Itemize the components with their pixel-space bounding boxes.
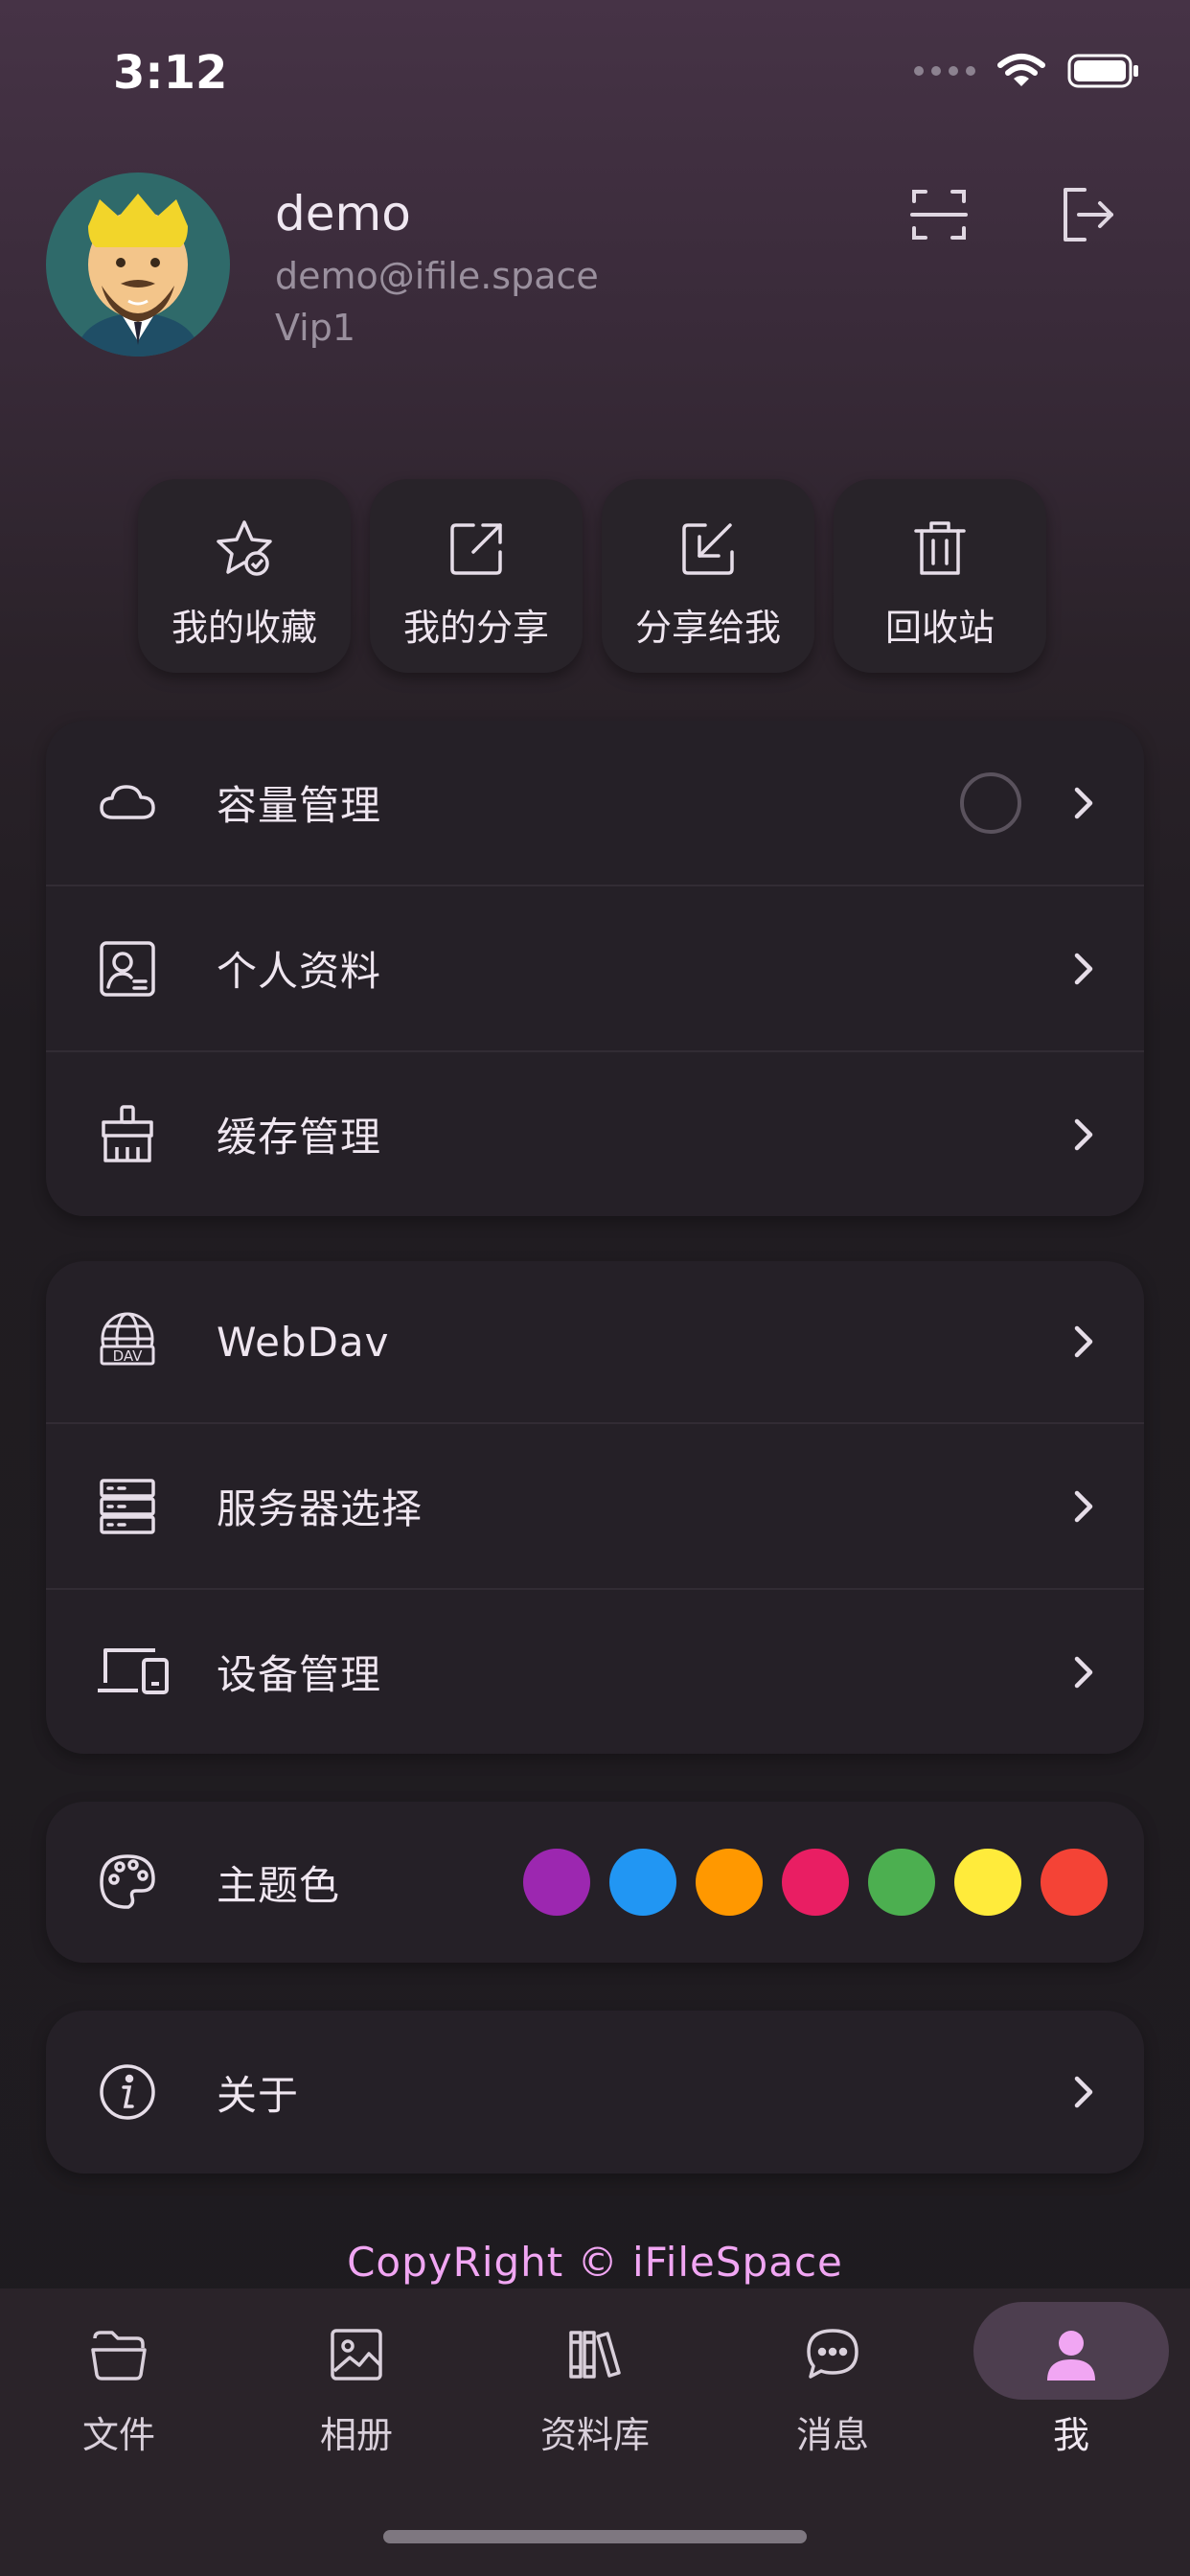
chevron-right-icon xyxy=(1074,1118,1093,1150)
person-icon xyxy=(1040,2323,1103,2386)
share-in-icon xyxy=(682,523,734,575)
webdav-globe-icon: DAV xyxy=(96,1310,159,1373)
palette-icon xyxy=(96,1851,159,1914)
menu-item-label: 缓存管理 xyxy=(217,1114,382,1161)
nav-tab-library[interactable]: 资料库 xyxy=(476,2288,714,2480)
nav-tab-me[interactable]: 我 xyxy=(952,2288,1190,2480)
quick-action-recycle-bin[interactable]: 回收站 xyxy=(834,479,1046,673)
library-icon xyxy=(563,2323,627,2386)
menu-item-webdav[interactable]: DAV WebDav xyxy=(46,1261,1144,1422)
quick-action-shared-with-me[interactable]: 分享给我 xyxy=(602,479,814,673)
menu-item-storage[interactable]: 容量管理 xyxy=(46,721,1144,885)
battery-icon xyxy=(1067,54,1138,88)
home-indicator xyxy=(383,2530,807,2543)
quick-action-label: 回收站 xyxy=(884,607,995,649)
nav-tab-photos[interactable]: 相册 xyxy=(238,2288,475,2480)
menu-item-label: 服务器选择 xyxy=(217,1485,423,1532)
loading-spinner xyxy=(960,771,1021,834)
folder-icon xyxy=(87,2323,150,2386)
copyright-text: CopyRight © iFileSpace xyxy=(347,2239,843,2286)
wifi-icon xyxy=(997,54,1045,86)
about-card: 关于 xyxy=(46,2011,1144,2174)
theme-color-swatch[interactable] xyxy=(782,1849,849,1916)
logout-button[interactable] xyxy=(1048,176,1125,253)
quick-action-label: 我的分享 xyxy=(402,607,549,649)
trash-icon xyxy=(914,521,966,575)
scan-button[interactable] xyxy=(901,176,977,253)
nav-tab-messages[interactable]: 消息 xyxy=(714,2288,951,2480)
quick-action-favorites[interactable]: 我的收藏 xyxy=(138,479,351,673)
theme-card: 主题色 xyxy=(46,1802,1144,1963)
theme-label: 主题色 xyxy=(217,1861,341,1909)
theme-color-swatch[interactable] xyxy=(1041,1849,1108,1916)
share-out-icon xyxy=(450,523,502,575)
menu-item-profile[interactable]: 个人资料 xyxy=(46,885,1144,1050)
photo-icon xyxy=(325,2323,388,2386)
nav-tab-label: 消息 xyxy=(795,2414,869,2456)
username: demo xyxy=(275,186,411,242)
quick-action-label: 分享给我 xyxy=(634,607,781,649)
theme-color-swatch[interactable] xyxy=(523,1849,590,1916)
chevron-right-icon xyxy=(1074,1325,1093,1358)
menu-item-cache[interactable]: 缓存管理 xyxy=(46,1050,1144,1216)
chevron-right-icon xyxy=(1074,787,1093,818)
nav-tab-label: 相册 xyxy=(319,2414,393,2456)
server-icon xyxy=(96,1475,159,1538)
user-email: demo@ifile.space xyxy=(275,255,599,297)
broom-icon xyxy=(96,1103,159,1166)
status-icons xyxy=(914,52,1140,90)
chevron-right-icon xyxy=(1074,953,1093,984)
theme-row: 主题色 xyxy=(46,1802,1144,1963)
theme-swatches xyxy=(523,1849,1108,1916)
profile-card-icon xyxy=(96,937,159,1000)
nav-tab-label: 资料库 xyxy=(539,2414,650,2456)
scan-icon xyxy=(910,190,968,240)
nav-tab-label: 我 xyxy=(1052,2414,1089,2456)
menu-item-server[interactable]: 服务器选择 xyxy=(46,1422,1144,1588)
chevron-right-icon xyxy=(1074,1490,1093,1522)
menu-item-label: 容量管理 xyxy=(217,782,382,829)
signal-icon xyxy=(914,66,975,76)
info-icon xyxy=(96,2060,159,2124)
chat-icon xyxy=(801,2323,864,2386)
theme-color-swatch[interactable] xyxy=(868,1849,935,1916)
menu-item-about[interactable]: 关于 xyxy=(46,2011,1144,2174)
chevron-right-icon xyxy=(1074,2076,1093,2108)
service-menu-card: DAV WebDav 服务器选择 设备管理 xyxy=(46,1261,1144,1754)
menu-item-label: 关于 xyxy=(217,2071,300,2119)
theme-color-swatch[interactable] xyxy=(696,1849,763,1916)
theme-color-swatch[interactable] xyxy=(609,1849,676,1916)
menu-item-devices[interactable]: 设备管理 xyxy=(46,1588,1144,1754)
nav-tab-files[interactable]: 文件 xyxy=(0,2288,238,2480)
chevron-right-icon xyxy=(1074,1656,1093,1688)
theme-color-swatch[interactable] xyxy=(954,1849,1021,1916)
quick-action-my-shares[interactable]: 我的分享 xyxy=(370,479,583,673)
avatar[interactable] xyxy=(46,172,230,356)
logout-icon xyxy=(1064,188,1113,242)
user-level: Vip1 xyxy=(275,307,356,349)
menu-item-label: WebDav xyxy=(217,1318,390,1366)
cloud-icon xyxy=(96,771,159,835)
favorite-star-icon xyxy=(217,520,272,576)
account-menu-card: 容量管理 个人资料 缓存管理 xyxy=(46,721,1144,1216)
svg-text:DAV: DAV xyxy=(113,1347,144,1365)
quick-action-label: 我的收藏 xyxy=(171,607,317,649)
status-time: 3:12 xyxy=(113,46,228,100)
nav-tab-label: 文件 xyxy=(81,2414,155,2456)
menu-item-label: 个人资料 xyxy=(217,948,382,995)
devices-icon xyxy=(96,1641,172,1704)
menu-item-label: 设备管理 xyxy=(217,1651,382,1698)
